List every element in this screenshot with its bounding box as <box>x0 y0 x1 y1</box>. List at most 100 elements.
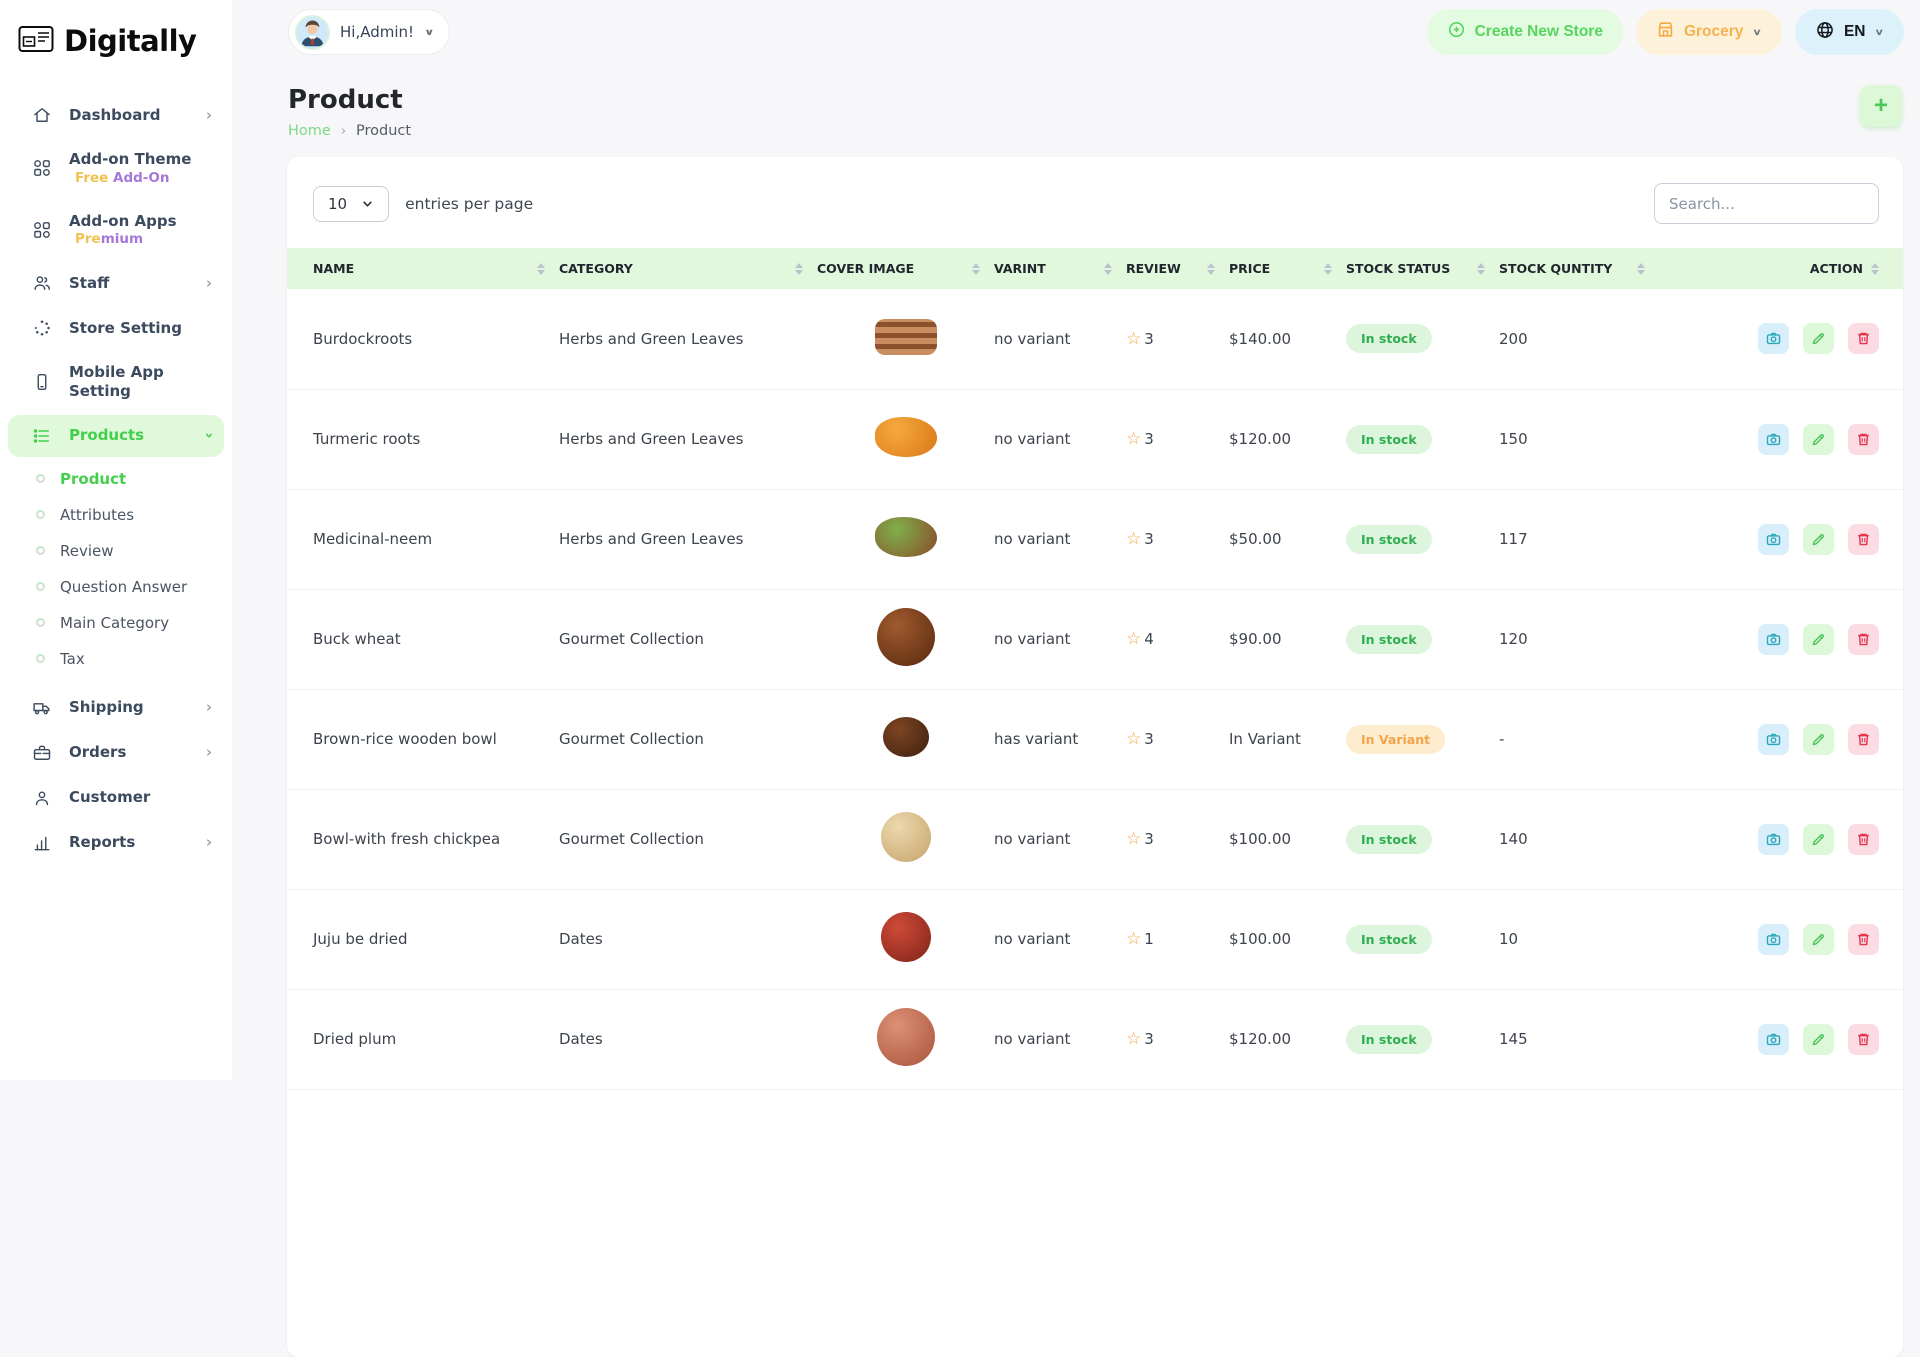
star-icon: ☆ <box>1126 1029 1141 1049</box>
product-variant: no variant <box>994 530 1070 548</box>
sort-icon[interactable] <box>1477 263 1485 275</box>
table-row: Brown-rice wooden bowl Gourmet Collectio… <box>287 689 1903 789</box>
pencil-icon <box>1810 831 1827 848</box>
submenu-item-question-answer[interactable]: Question Answer <box>0 569 232 605</box>
truck-icon <box>32 698 52 718</box>
delete-button[interactable] <box>1848 824 1879 855</box>
submenu-item-review[interactable]: Review <box>0 533 232 569</box>
delete-button[interactable] <box>1848 924 1879 955</box>
chevron-right-icon: › <box>206 700 212 715</box>
sidebar-item-label: Store Setting <box>69 319 182 338</box>
submenu-item-tax[interactable]: Tax <box>0 641 232 677</box>
submenu-item-main-category[interactable]: Main Category <box>0 605 232 641</box>
delete-button[interactable] <box>1848 724 1879 755</box>
delete-button[interactable] <box>1848 323 1879 354</box>
delete-button[interactable] <box>1848 424 1879 455</box>
column-label: CATEGORY <box>559 261 633 276</box>
product-variant: no variant <box>994 330 1070 348</box>
edit-button[interactable] <box>1803 424 1834 455</box>
logo[interactable]: Digitally <box>0 0 232 68</box>
column-label: VARINT <box>994 261 1046 276</box>
product-cover-image <box>875 319 937 355</box>
sidebar-item-staff[interactable]: Staff› <box>8 262 224 304</box>
star-icon: ☆ <box>1126 929 1141 949</box>
edit-button[interactable] <box>1803 924 1834 955</box>
product-cover-image <box>881 812 931 862</box>
admin-profile-chip[interactable]: Hi,Admin! ∨ <box>288 9 450 55</box>
sort-icon[interactable] <box>1324 263 1332 275</box>
entries-per-page-select[interactable]: 10 <box>313 186 389 222</box>
column-header-price[interactable]: PRICE <box>1229 248 1346 289</box>
add-product-button[interactable]: + <box>1860 85 1902 127</box>
sidebar-item-shipping[interactable]: Shipping› <box>8 687 224 729</box>
sidebar-item-products[interactable]: Products› <box>8 415 224 457</box>
view-image-button[interactable] <box>1758 624 1789 655</box>
sidebar-item-customer[interactable]: Customer <box>8 777 224 819</box>
sidebar-item-reports[interactable]: Reports› <box>8 822 224 864</box>
column-header-varint[interactable]: VARINT <box>994 248 1126 289</box>
sort-icon[interactable] <box>537 263 545 275</box>
sidebar-item-mobile-app-setting[interactable]: Mobile App Setting <box>8 352 224 412</box>
bullet-icon <box>36 654 45 663</box>
column-header-cover-image[interactable]: COVER IMAGE <box>817 248 994 289</box>
store-selector-button[interactable]: Grocery ∨ <box>1636 9 1782 55</box>
column-label: COVER IMAGE <box>817 261 914 276</box>
topbar: Hi,Admin! ∨ Create New Store <box>232 0 1920 55</box>
product-category: Dates <box>559 1030 603 1048</box>
column-header-action[interactable]: ACTION <box>1659 248 1903 289</box>
column-header-name[interactable]: NAME <box>287 248 559 289</box>
chevron-right-icon: › <box>206 108 212 123</box>
edit-button[interactable] <box>1803 323 1834 354</box>
chevron-right-icon: › <box>206 276 212 291</box>
sort-icon[interactable] <box>1207 263 1215 275</box>
sort-icon[interactable] <box>1871 263 1879 275</box>
column-header-stock-quntity[interactable]: STOCK QUNTITY <box>1499 248 1659 289</box>
column-header-review[interactable]: REVIEW <box>1126 248 1229 289</box>
bullet-icon <box>36 582 45 591</box>
sidebar-item-store-setting[interactable]: Store Setting <box>8 307 224 349</box>
sidebar-item-orders[interactable]: Orders› <box>8 732 224 774</box>
view-image-button[interactable] <box>1758 924 1789 955</box>
search-input[interactable] <box>1654 183 1879 224</box>
view-image-button[interactable] <box>1758 724 1789 755</box>
sort-icon[interactable] <box>1104 263 1112 275</box>
language-selector-button[interactable]: EN ∨ <box>1795 9 1904 55</box>
submenu-item-product[interactable]: Product <box>0 461 232 497</box>
stock-quantity: 200 <box>1499 330 1528 348</box>
product-table: NAME CATEGORY COVER IMAGE VARINT REVIEW … <box>287 248 1903 1090</box>
delete-button[interactable] <box>1848 1024 1879 1055</box>
edit-button[interactable] <box>1803 824 1834 855</box>
sidebar-item-add-on-theme[interactable]: Add-on ThemeFree Add-On <box>8 139 224 198</box>
view-image-button[interactable] <box>1758 323 1789 354</box>
edit-button[interactable] <box>1803 1024 1834 1055</box>
sort-icon[interactable] <box>1637 263 1645 275</box>
sidebar-item-dashboard[interactable]: Dashboard› <box>8 94 224 136</box>
product-price: $50.00 <box>1229 530 1282 548</box>
chevron-right-icon: › <box>201 433 216 439</box>
edit-button[interactable] <box>1803 724 1834 755</box>
column-label: REVIEW <box>1126 261 1181 276</box>
sort-icon[interactable] <box>795 263 803 275</box>
submenu-item-attributes[interactable]: Attributes <box>0 497 232 533</box>
view-image-button[interactable] <box>1758 824 1789 855</box>
customer-icon <box>32 788 52 808</box>
edit-button[interactable] <box>1803 624 1834 655</box>
column-header-stock-status[interactable]: STOCK STATUS <box>1346 248 1499 289</box>
view-image-button[interactable] <box>1758 424 1789 455</box>
create-new-store-button[interactable]: Create New Store <box>1427 9 1623 55</box>
delete-button[interactable] <box>1848 624 1879 655</box>
product-table-card: 10 entries per page NAME CATEGORY COVER … <box>287 157 1903 1357</box>
table-row: Buck wheat Gourmet Collection no variant… <box>287 589 1903 689</box>
sidebar-item-add-on-apps[interactable]: Add-on AppsPremium <box>8 201 224 260</box>
product-price: $90.00 <box>1229 630 1282 648</box>
column-header-category[interactable]: CATEGORY <box>559 248 817 289</box>
edit-button[interactable] <box>1803 524 1834 555</box>
breadcrumb-home-link[interactable]: Home <box>288 123 331 139</box>
view-image-button[interactable] <box>1758 524 1789 555</box>
status-badge: In stock <box>1346 425 1432 454</box>
sort-icon[interactable] <box>972 263 980 275</box>
delete-button[interactable] <box>1848 524 1879 555</box>
view-image-button[interactable] <box>1758 1024 1789 1055</box>
language-label: EN <box>1844 23 1866 41</box>
table-row: Dried plum Dates no variant ☆3 $120.00 I… <box>287 989 1903 1089</box>
